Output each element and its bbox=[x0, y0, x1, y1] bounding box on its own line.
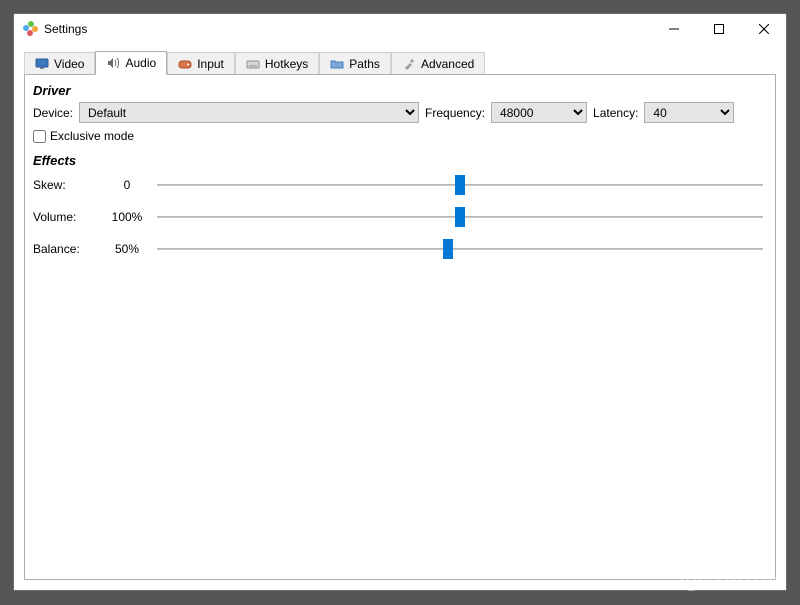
skew-row: Skew: 0 bbox=[33, 176, 767, 194]
exclusive-mode-checkbox[interactable] bbox=[33, 130, 46, 143]
skew-slider[interactable] bbox=[157, 176, 763, 194]
tab-label: Audio bbox=[125, 56, 156, 70]
latency-label: Latency: bbox=[593, 106, 638, 120]
tab-label: Hotkeys bbox=[265, 57, 308, 71]
balance-slider[interactable] bbox=[157, 240, 763, 258]
volume-row: Volume: 100% bbox=[33, 208, 767, 226]
keyboard-icon bbox=[246, 57, 260, 71]
volume-value: 100% bbox=[97, 210, 157, 224]
close-button[interactable] bbox=[741, 14, 786, 44]
tab-audio[interactable]: Audio bbox=[95, 51, 167, 75]
tab-advanced[interactable]: Advanced bbox=[391, 52, 485, 74]
maximize-button[interactable] bbox=[696, 14, 741, 44]
device-select[interactable]: Default bbox=[79, 102, 419, 123]
titlebar[interactable]: Settings bbox=[14, 14, 786, 44]
tab-label: Paths bbox=[349, 57, 380, 71]
tab-label: Advanced bbox=[421, 57, 474, 71]
tab-paths[interactable]: Paths bbox=[319, 52, 391, 74]
section-effects-header: Effects bbox=[33, 153, 767, 168]
device-label: Device: bbox=[33, 106, 73, 120]
frequency-label: Frequency: bbox=[425, 106, 485, 120]
balance-slider-thumb[interactable] bbox=[443, 239, 453, 259]
tools-icon bbox=[402, 57, 416, 71]
speaker-icon bbox=[106, 56, 120, 70]
tab-label: Video bbox=[54, 57, 84, 71]
monitor-icon bbox=[35, 57, 49, 71]
client-area: Video Audio Input Hotkeys bbox=[14, 44, 786, 590]
window-controls bbox=[651, 14, 786, 44]
tab-page-audio: Driver Device: Default Frequency: 48000 … bbox=[24, 74, 776, 580]
tab-bar: Video Audio Input Hotkeys bbox=[24, 50, 776, 74]
minimize-button[interactable] bbox=[651, 14, 696, 44]
balance-value: 50% bbox=[97, 242, 157, 256]
balance-label: Balance: bbox=[33, 242, 97, 256]
volume-slider-thumb[interactable] bbox=[455, 207, 465, 227]
exclusive-mode-row: Exclusive mode bbox=[33, 129, 767, 143]
exclusive-mode-label: Exclusive mode bbox=[50, 129, 134, 143]
skew-value: 0 bbox=[97, 178, 157, 192]
folder-icon bbox=[330, 57, 344, 71]
settings-window: Settings Video bbox=[13, 13, 787, 591]
frequency-select[interactable]: 48000 bbox=[491, 102, 587, 123]
skew-slider-thumb[interactable] bbox=[455, 175, 465, 195]
volume-slider[interactable] bbox=[157, 208, 763, 226]
balance-row: Balance: 50% bbox=[33, 240, 767, 258]
skew-label: Skew: bbox=[33, 178, 97, 192]
app-icon bbox=[22, 21, 38, 37]
tab-hotkeys[interactable]: Hotkeys bbox=[235, 52, 319, 74]
tab-input[interactable]: Input bbox=[167, 52, 235, 74]
gamepad-icon bbox=[178, 57, 192, 71]
window-title: Settings bbox=[44, 22, 87, 36]
tab-video[interactable]: Video bbox=[24, 52, 95, 74]
volume-label: Volume: bbox=[33, 210, 97, 224]
section-driver-header: Driver bbox=[33, 83, 767, 98]
driver-row: Device: Default Frequency: 48000 Latency… bbox=[33, 102, 767, 123]
tab-label: Input bbox=[197, 57, 224, 71]
latency-select[interactable]: 40 bbox=[644, 102, 734, 123]
